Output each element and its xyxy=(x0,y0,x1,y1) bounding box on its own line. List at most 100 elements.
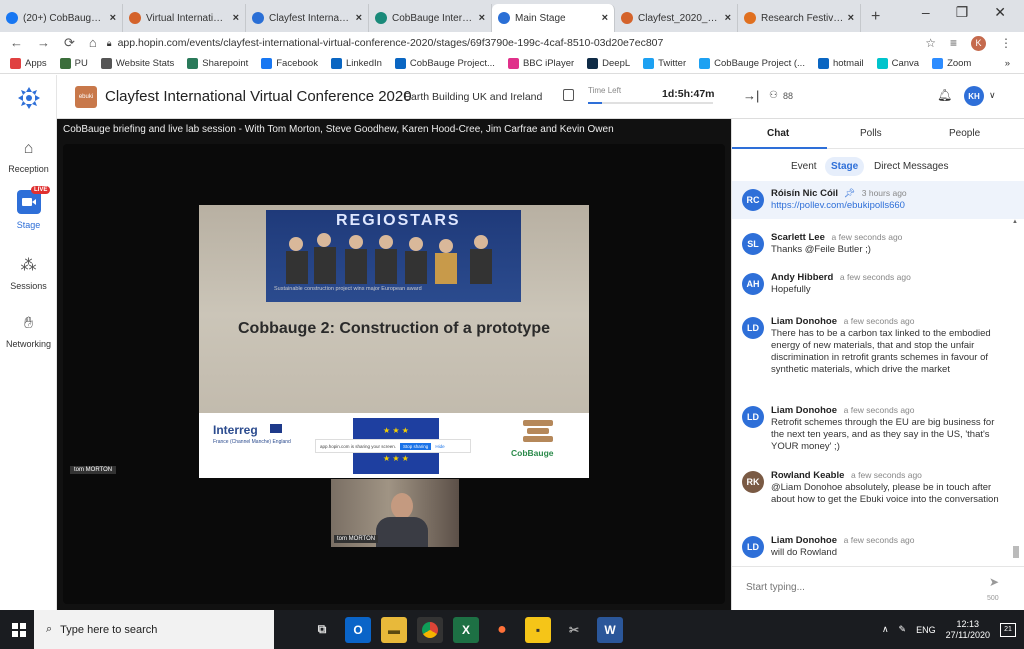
language-indicator[interactable]: ENG xyxy=(916,625,936,635)
bookmark-item[interactable]: hotmail xyxy=(817,58,864,69)
tab-polls[interactable]: Polls xyxy=(860,128,882,139)
windows-start-icon[interactable] xyxy=(4,610,34,649)
bookmark-item[interactable]: BBC iPlayer xyxy=(507,58,574,69)
close-tab-icon[interactable]: × xyxy=(356,12,362,24)
bookmark-label: Twitter xyxy=(658,58,687,69)
bookmark-star-icon[interactable]: ☆ xyxy=(925,36,936,50)
bookmark-item[interactable]: CobBauge Project... xyxy=(394,58,495,69)
chrome-icon[interactable] xyxy=(417,616,443,643)
bookmark-item[interactable]: Canva xyxy=(876,58,919,69)
slide-footer: Interreg France (Channel Manche) England… xyxy=(199,413,589,478)
bookmark-item[interactable]: Apps xyxy=(10,58,47,69)
outlook-icon[interactable]: O xyxy=(345,616,371,643)
chevron-down-icon[interactable]: ∨ xyxy=(989,90,996,101)
browser-tab[interactable]: CobBauge Interreg × xyxy=(369,4,492,32)
bookmark-favicon-icon xyxy=(507,58,519,69)
interreg-subtitle: France (Channel Manche) England xyxy=(213,439,291,445)
forward-icon[interactable]: → xyxy=(37,35,50,51)
home-icon[interactable]: ⌂ xyxy=(89,35,97,51)
bookmark-item[interactable]: Twitter xyxy=(643,58,686,69)
nav-reception[interactable]: ⌂ Reception xyxy=(0,140,57,174)
bookmarks-more-icon[interactable]: » xyxy=(1005,58,1024,69)
bookmark-item[interactable]: Website Stats xyxy=(100,58,174,69)
url-bar[interactable]: 🔒︎ app.hopin.com/events/clayfest-interna… xyxy=(107,33,925,53)
url-text: app.hopin.com/events/clayfest-internatio… xyxy=(117,37,664,49)
browser-tab[interactable]: Research Festival 20 × xyxy=(738,4,861,32)
close-tab-icon[interactable]: × xyxy=(479,12,485,24)
reload-icon[interactable]: ⟳ xyxy=(64,35,75,51)
nav-sessions[interactable]: ⁂ Sessions xyxy=(0,255,57,291)
bell-icon[interactable]: 🔔︎ xyxy=(937,88,952,102)
home-icon: ⌂ xyxy=(23,140,34,157)
browser-tab[interactable]: Clayfest Internationa × xyxy=(246,4,369,32)
pinned-link[interactable]: https://pollev.com/ebukipolls660 xyxy=(771,200,905,211)
close-tab-icon[interactable]: × xyxy=(110,12,116,24)
close-tab-icon[interactable]: × xyxy=(848,12,854,24)
bookmark-item[interactable]: Zoom xyxy=(932,58,971,69)
word-icon[interactable]: W xyxy=(597,616,623,643)
notifications-icon[interactable]: 21 xyxy=(1000,622,1016,637)
clock[interactable]: 12:13 27/11/2020 xyxy=(946,619,990,641)
collapse-icon[interactable]: →| xyxy=(743,88,759,103)
tab-people[interactable]: People xyxy=(949,128,980,139)
sticky-notes-icon[interactable]: ▪ xyxy=(525,616,551,643)
taskbar-search[interactable]: ⌕ Type here to search xyxy=(34,610,274,649)
pin-icon: 📌︎ xyxy=(843,188,856,198)
nav-networking[interactable]: ✋︎ Networking xyxy=(0,315,57,349)
stop-sharing-button[interactable]: Stop sharing xyxy=(400,442,432,450)
browser-tab[interactable]: Main Stage × xyxy=(492,4,615,32)
maximize-button[interactable]: ❐ xyxy=(956,4,969,21)
new-tab-button[interactable]: + xyxy=(861,8,890,32)
nav-reception-label: Reception xyxy=(8,164,49,174)
close-window-button[interactable]: ✕ xyxy=(994,4,1006,21)
excel-icon[interactable]: X xyxy=(453,616,479,643)
bookmark-label: hotmail xyxy=(832,58,864,69)
hopin-logo-icon[interactable] xyxy=(16,85,42,111)
send-icon[interactable]: ➤ xyxy=(989,575,999,589)
bookmark-favicon-icon xyxy=(10,58,21,69)
minimize-button[interactable]: – xyxy=(922,4,930,21)
chat-input[interactable] xyxy=(746,577,976,597)
back-icon[interactable]: ← xyxy=(10,35,23,51)
close-tab-icon[interactable]: × xyxy=(725,12,731,24)
scroll-up-icon[interactable]: ▲ xyxy=(1012,219,1018,225)
snipping-tool-icon[interactable]: ✂ xyxy=(561,617,587,643)
subtab-direct-messages[interactable]: Direct Messages xyxy=(874,161,948,172)
firefox-icon[interactable]: ● xyxy=(489,617,515,643)
scroll-thumb[interactable] xyxy=(1013,546,1019,558)
message-author: Liam Donohoe xyxy=(771,405,837,416)
bookmark-item[interactable]: Facebook xyxy=(261,58,318,69)
bookmark-item[interactable]: PU xyxy=(59,58,88,69)
tab-favicon-icon xyxy=(375,12,387,24)
task-view-icon[interactable]: ⧉ xyxy=(309,617,335,643)
bookmark-item[interactable]: CobBauge Project (... xyxy=(699,58,805,69)
share-text: app.hopin.com is sharing your screen. xyxy=(320,443,397,449)
chat-message: RK Rowland Keable a few seconds ago @Lia… xyxy=(742,469,1002,506)
bookmark-item[interactable]: Sharepoint xyxy=(187,58,248,69)
cobbauge-logo-icon xyxy=(521,418,555,444)
close-tab-icon[interactable]: × xyxy=(602,12,608,24)
nav-networking-label: Networking xyxy=(5,339,52,349)
tab-title: (20+) CobBauge Pro xyxy=(23,12,106,24)
file-explorer-icon[interactable]: ▬ xyxy=(381,616,407,643)
bookmark-label: Facebook xyxy=(276,58,318,69)
reading-list-icon[interactable]: ≡ xyxy=(950,36,957,50)
user-avatar[interactable]: KH xyxy=(964,86,984,106)
nav-stage[interactable]: LIVE Stage xyxy=(0,186,57,230)
close-tab-icon[interactable]: × xyxy=(233,12,239,24)
browser-tab[interactable]: Clayfest_2020_Sche × xyxy=(615,4,738,32)
profile-avatar[interactable]: K xyxy=(971,35,986,51)
tab-chat[interactable]: Chat xyxy=(767,128,789,139)
subtab-stage[interactable]: Stage xyxy=(825,157,865,176)
browser-tab[interactable]: (20+) CobBauge Pro × xyxy=(0,4,123,32)
bookmark-item[interactable]: DeepL xyxy=(587,58,630,69)
browser-tab[interactable]: Virtual International × xyxy=(123,4,246,32)
chat-scrollbar[interactable]: ▲ xyxy=(1011,219,1021,564)
hide-share-button[interactable]: Hide xyxy=(435,444,444,449)
bookmark-item[interactable]: LinkedIn xyxy=(330,58,382,69)
menu-icon[interactable]: ⋮ xyxy=(1000,36,1012,50)
show-hidden-icons-icon[interactable]: ∧ xyxy=(882,624,889,635)
header-right: →| ⚇ 88 🔔︎ KH ∨ xyxy=(731,75,1024,119)
pen-icon[interactable]: ✎ xyxy=(899,624,907,635)
subtab-event[interactable]: Event xyxy=(791,161,817,172)
